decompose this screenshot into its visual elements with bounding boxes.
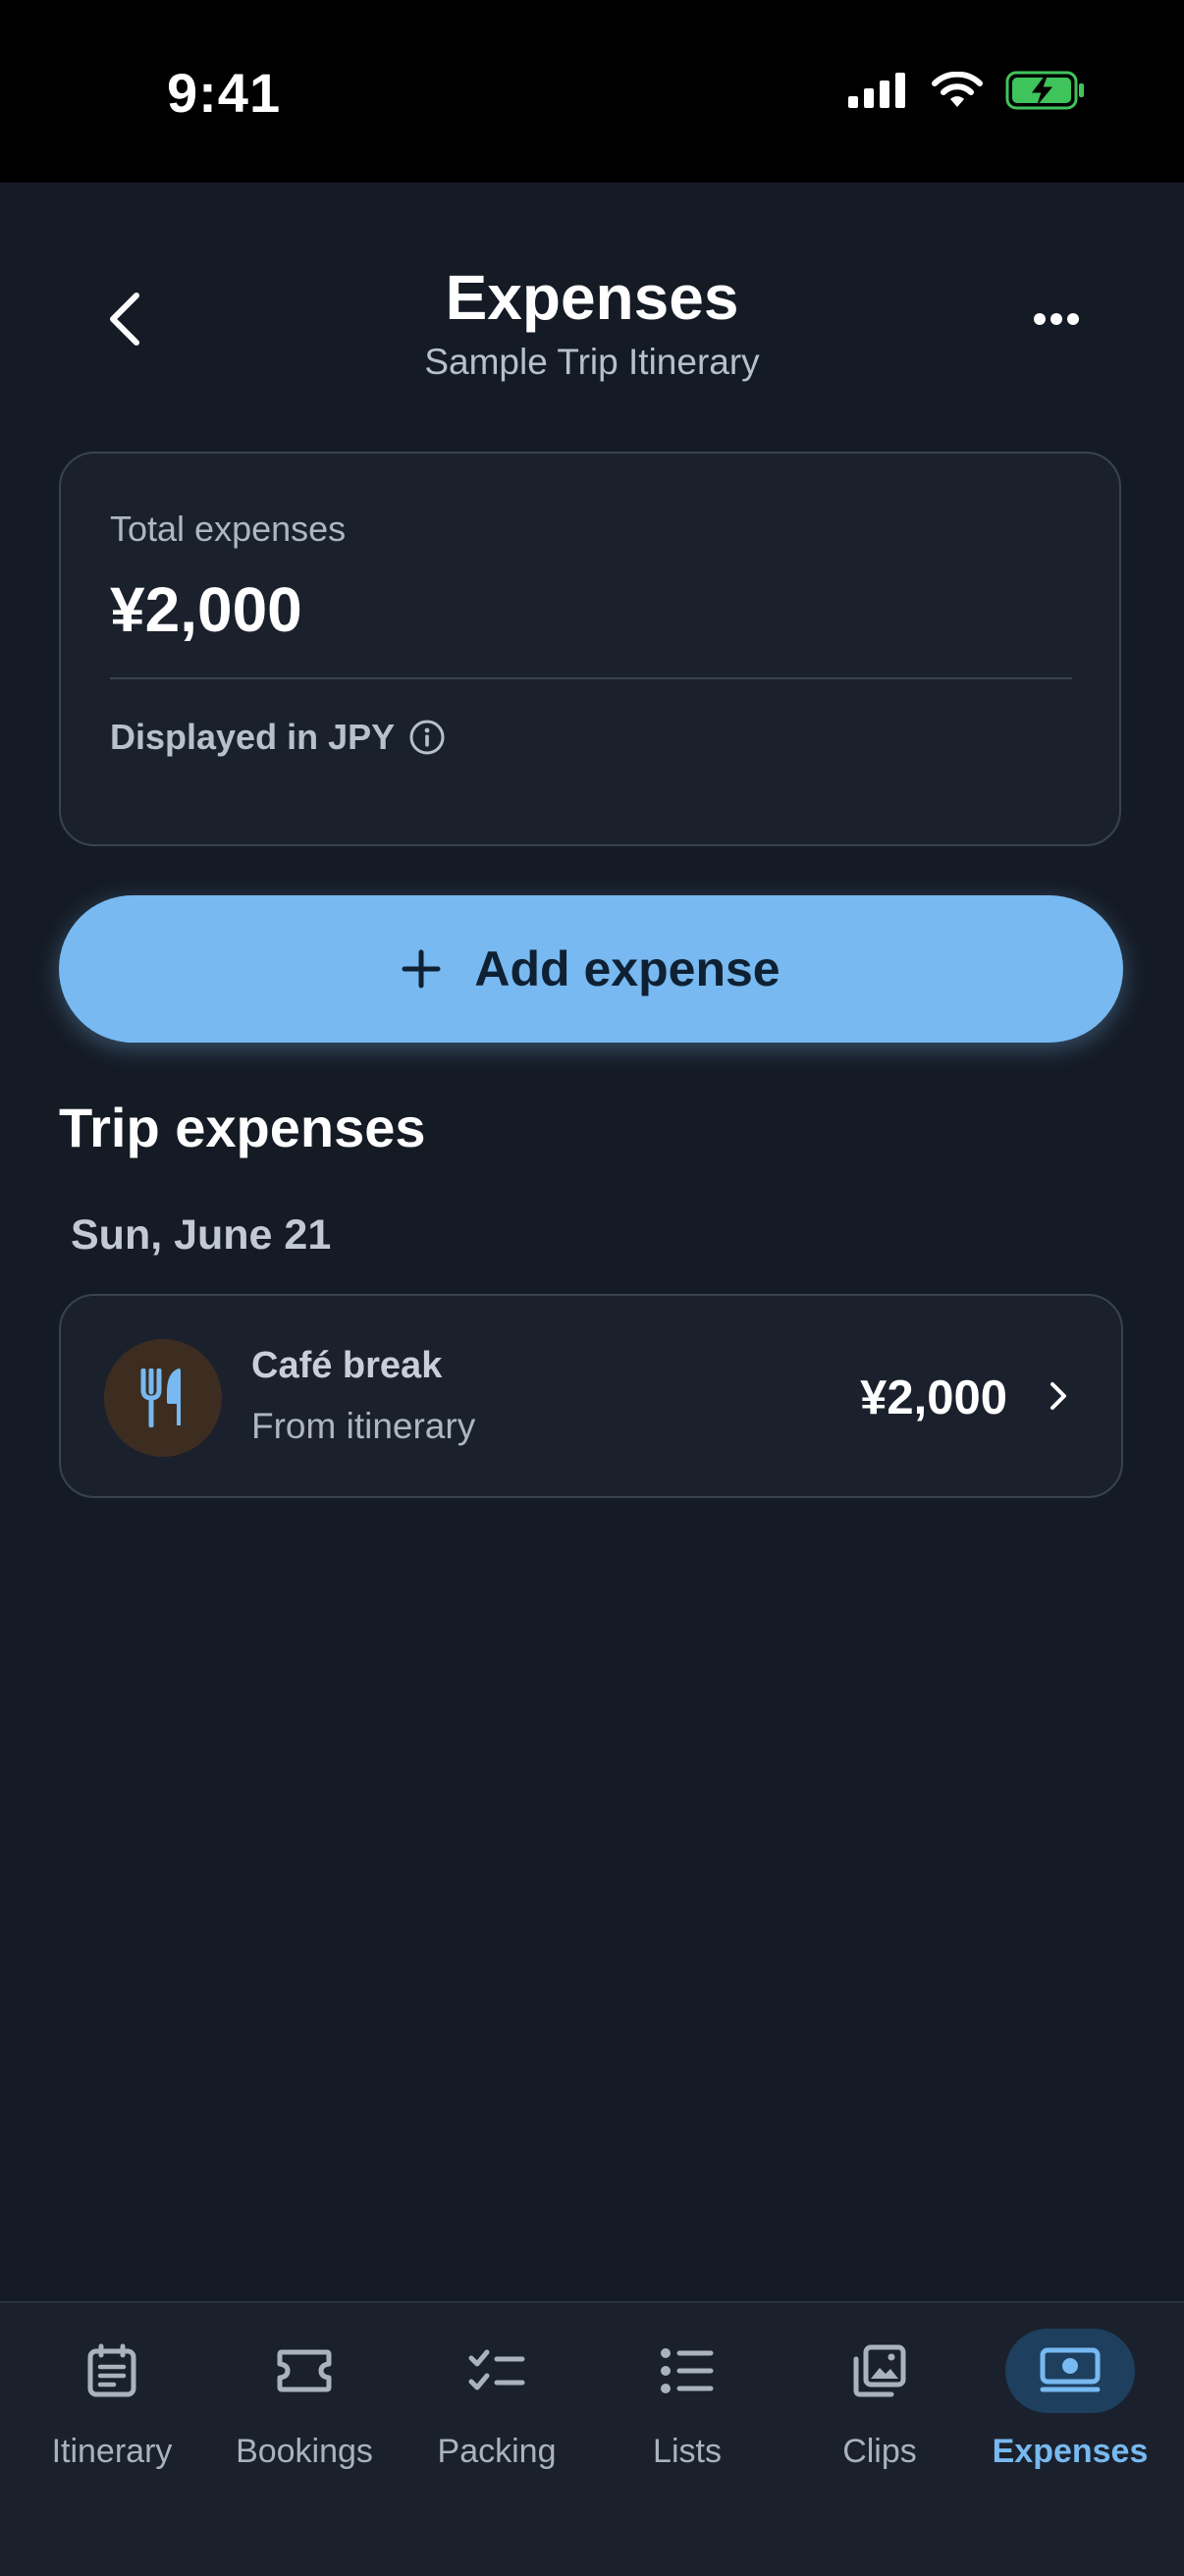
ticket-icon bbox=[277, 2349, 332, 2392]
tab-itinerary[interactable]: Itinerary bbox=[16, 2303, 208, 2499]
battery-charging-icon bbox=[1005, 71, 1084, 110]
date-header: Sun, June 21 bbox=[71, 1211, 332, 1259]
total-expenses-amount: ¥2,000 bbox=[110, 574, 302, 645]
page-subtitle: Sample Trip Itinerary bbox=[424, 342, 760, 382]
tab-bookings-label: Bookings bbox=[236, 2433, 373, 2470]
tab-clips-label: Clips bbox=[842, 2433, 917, 2470]
chevron-right-icon bbox=[1050, 1382, 1066, 1410]
wifi-icon bbox=[932, 72, 983, 107]
add-expense-label: Add expense bbox=[474, 941, 780, 996]
more-options-button[interactable] bbox=[1019, 285, 1094, 353]
currency-note-text: Displayed in JPY bbox=[110, 717, 396, 757]
total-expenses-label: Total expenses bbox=[110, 509, 347, 549]
tab-packing-label: Packing bbox=[437, 2433, 557, 2470]
section-title: Trip expenses bbox=[59, 1097, 426, 1158]
itinerary-icon bbox=[87, 2343, 136, 2397]
tab-lists-label: Lists bbox=[653, 2433, 722, 2470]
tab-bookings[interactable]: Bookings bbox=[208, 2303, 401, 2499]
currency-note: Displayed in JPY bbox=[110, 717, 446, 758]
total-expenses-card: Total expenses ¥2,000 Displayed in JPY bbox=[59, 452, 1121, 846]
page-title: Expenses bbox=[445, 262, 739, 333]
tab-clips-icon-wrap bbox=[815, 2329, 944, 2413]
more-horizontal-icon bbox=[1034, 313, 1079, 325]
tab-lists[interactable]: Lists bbox=[591, 2303, 783, 2499]
add-expense-button[interactable]: Add expense bbox=[59, 895, 1123, 1043]
status-bar: 9:41 bbox=[0, 0, 1184, 183]
tab-packing[interactable]: Packing bbox=[401, 2303, 593, 2499]
plus-icon bbox=[402, 949, 441, 989]
checklist-icon bbox=[468, 2349, 525, 2390]
info-icon[interactable] bbox=[408, 719, 446, 756]
expense-source: From itinerary bbox=[251, 1406, 476, 1446]
expense-amount: ¥2,000 bbox=[860, 1371, 1007, 1424]
expense-row[interactable]: Café break From itinerary ¥2,000 bbox=[59, 1294, 1123, 1498]
tab-expenses-label: Expenses bbox=[992, 2433, 1149, 2470]
tab-itinerary-label: Itinerary bbox=[51, 2433, 173, 2470]
nav-header: Expenses Sample Trip Itinerary bbox=[0, 183, 1184, 418]
divider bbox=[110, 677, 1072, 679]
tab-expenses-icon-wrap bbox=[1005, 2329, 1135, 2413]
food-category-badge bbox=[104, 1339, 222, 1457]
tab-lists-icon-wrap bbox=[622, 2329, 752, 2413]
fork-knife-icon bbox=[140, 1368, 181, 1427]
tab-expenses[interactable]: Expenses bbox=[974, 2303, 1166, 2499]
status-icons bbox=[848, 71, 1086, 110]
tab-clips[interactable]: Clips bbox=[783, 2303, 976, 2499]
tab-itinerary-icon-wrap bbox=[47, 2329, 177, 2413]
tab-packing-icon-wrap bbox=[432, 2329, 562, 2413]
expense-title: Café break bbox=[251, 1345, 443, 1386]
money-icon bbox=[1040, 2347, 1101, 2392]
list-icon bbox=[661, 2348, 714, 2393]
tab-bookings-icon-wrap bbox=[240, 2329, 369, 2413]
cellular-signal-icon bbox=[848, 73, 905, 108]
status-time: 9:41 bbox=[167, 62, 282, 124]
photos-icon bbox=[853, 2344, 906, 2397]
tab-bar: Itinerary Bookings Packing Lists Clips E… bbox=[0, 2301, 1184, 2576]
